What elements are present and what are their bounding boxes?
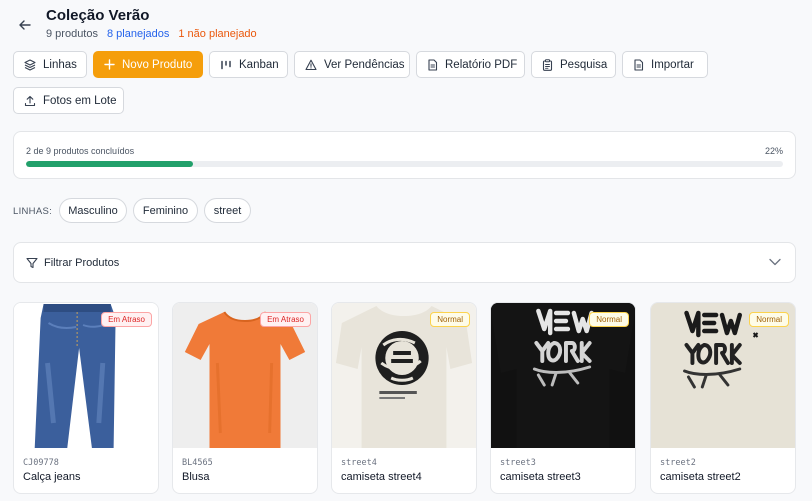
product-card[interactable]: Em Atraso BL4565 Blusa [172,302,318,494]
filter-icon [26,257,38,269]
collection-summary: 9 produtos 8 planejados 1 não planejado [46,28,257,40]
pending-button-label: Ver Pendências [324,58,405,71]
arrow-left-icon [19,20,31,30]
research-button[interactable]: Pesquisa [531,51,616,78]
progress-fill [26,161,193,167]
status-badge: Normal [430,312,470,327]
product-name: Calça jeans [23,471,81,483]
product-card[interactable]: Em Atraso CJ09778 Calça jeans [13,302,159,494]
planned-count[interactable]: 8 planejados [107,28,169,40]
product-image: Em Atraso [14,303,158,448]
product-name: Blusa [182,471,210,483]
progress-track [26,161,783,167]
filter-label: Filtrar Produtos [44,257,120,269]
status-badge: Em Atraso [260,312,311,327]
line-chip-masculino[interactable]: Masculino [59,198,127,223]
product-card[interactable]: Normal street4 camiseta street4 [331,302,477,494]
product-sku: BL4565 [182,458,213,468]
product-name: camiseta street3 [500,471,581,483]
lines-button[interactable]: Linhas [13,51,87,78]
product-image: Normal [332,303,476,448]
status-badge: Normal [589,312,629,327]
product-name: camiseta street4 [341,471,422,483]
batch-photos-button-label: Fotos em Lote [43,94,117,107]
page-header: Coleção Verão 9 produtos 8 planejados 1 … [0,0,812,48]
filter-products-panel[interactable]: Filtrar Produtos [13,242,796,283]
new-product-button-label: Novo Produto [122,58,193,71]
kanban-button-label: Kanban [239,58,279,71]
file-icon [634,58,644,71]
import-button-label: Importar [651,58,694,71]
clipboard-icon [542,58,553,71]
upload-icon [24,95,36,106]
status-badge: Normal [749,312,789,327]
product-card[interactable]: Normal street3 camiseta street3 [490,302,636,494]
product-sku: CJ09778 [23,458,59,468]
product-image: Em Atraso [173,303,317,448]
research-button-label: Pesquisa [560,58,608,71]
kanban-icon [221,60,231,69]
pending-button[interactable]: Ver Pendências [294,51,410,78]
progress-text: 2 de 9 produtos concluídos [26,146,135,156]
pdf-report-button[interactable]: Relatório PDF [416,51,525,78]
product-image: Normal [491,303,635,448]
line-chip-feminino[interactable]: Feminino [133,198,198,223]
layers-icon [24,58,36,71]
status-badge: Em Atraso [101,312,152,327]
unplanned-count[interactable]: 1 não planejado [178,28,256,40]
progress-card: 2 de 9 produtos concluídos 22% [13,131,796,179]
lines-button-label: Linhas [43,58,77,71]
pdf-report-button-label: Relatório PDF [445,58,518,71]
warning-icon [305,59,317,70]
document-icon [428,58,438,71]
product-image: Normal [651,303,795,448]
product-count: 9 produtos [46,28,98,40]
product-sku: street3 [500,458,536,468]
product-sku: street4 [341,458,377,468]
page-title: Coleção Verão [46,7,150,24]
lines-label: LINHAS: [13,206,53,217]
product-sku: street2 [660,458,696,468]
plus-icon [104,59,115,70]
kanban-button[interactable]: Kanban [209,51,288,78]
chevron-down-icon [769,258,781,266]
product-card[interactable]: Normal street2 camiseta street2 [650,302,796,494]
product-name: camiseta street2 [660,471,741,483]
progress-percent: 22% [764,146,783,156]
batch-photos-button[interactable]: Fotos em Lote [13,87,124,114]
line-chip-street[interactable]: street [204,198,251,223]
new-product-button[interactable]: Novo Produto [93,51,203,78]
import-button[interactable]: Importar [622,51,708,78]
back-button[interactable] [14,14,36,36]
